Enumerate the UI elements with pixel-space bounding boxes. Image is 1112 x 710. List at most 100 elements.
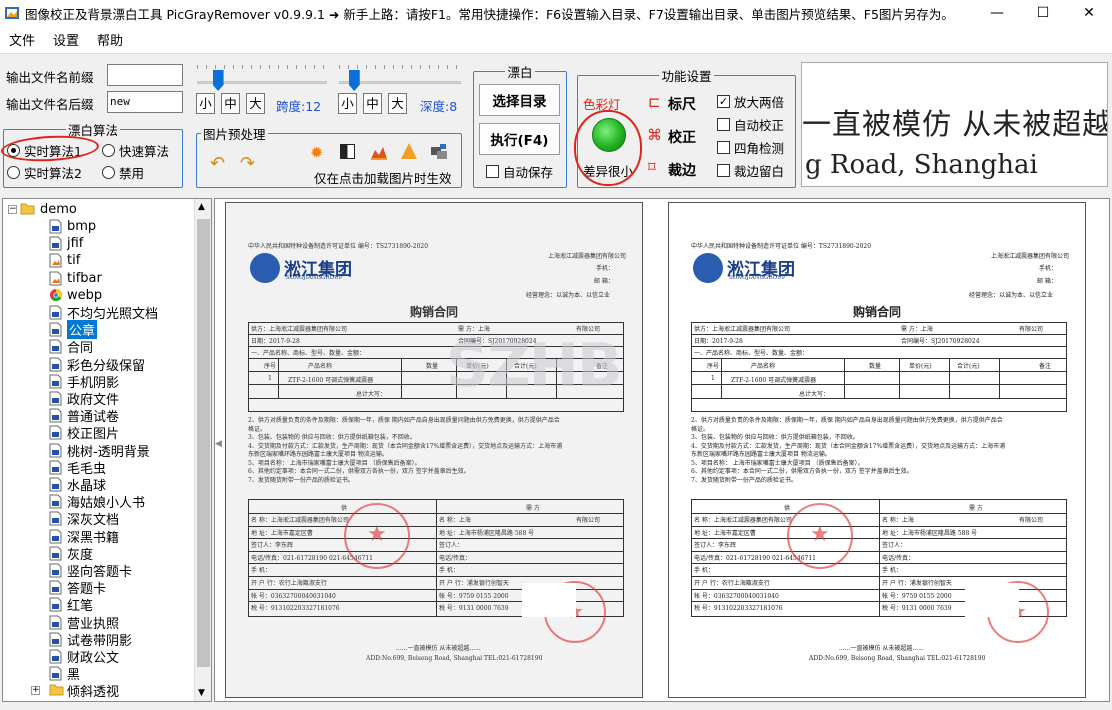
- doc-text: 电话/传真：: [439, 554, 472, 562]
- ruler-button[interactable]: 标尺: [668, 94, 696, 114]
- tree-item[interactable]: 不均匀光照文档: [49, 304, 159, 322]
- radio-fast[interactable]: 快速算法: [102, 141, 169, 160]
- autosave-checkbox[interactable]: 自动保存: [486, 162, 553, 181]
- tree-item[interactable]: 黑: [49, 665, 80, 683]
- tree-item[interactable]: 彩色分级保留: [49, 356, 145, 374]
- file-icon: [49, 460, 62, 475]
- select-directory-button[interactable]: 选择目录: [479, 84, 560, 116]
- close-button[interactable]: ✕: [1066, 0, 1112, 26]
- tree-item[interactable]: 普通试卷: [49, 407, 119, 425]
- doc-text: 开 户 行：浦发银行创智天: [439, 580, 509, 587]
- convert-icon[interactable]: [430, 143, 448, 164]
- tree-item[interactable]: 深灰文档: [49, 510, 119, 528]
- tree-item[interactable]: 毛毛虫: [49, 459, 106, 477]
- tree-item[interactable]: webp: [49, 287, 102, 304]
- tree-item[interactable]: bmp: [49, 218, 96, 235]
- suffix-input[interactable]: new: [107, 91, 183, 113]
- depth-slider[interactable]: [339, 65, 461, 96]
- image-view[interactable]: ◀ 中华人民共和国特种设备制造许可证单位 编号：TS2731890-2020 上海…: [214, 198, 1110, 702]
- menu-file[interactable]: 文件: [0, 30, 44, 49]
- redo-icon[interactable]: ↷: [240, 153, 255, 174]
- collapse-toggle-icon[interactable]: −: [8, 205, 17, 214]
- tree-item-label: 不均匀光照文档: [67, 307, 159, 322]
- tree-item[interactable]: 灰度: [49, 545, 93, 563]
- doc-text: 帐 号：03632700040031040: [694, 592, 779, 600]
- depth-large-button[interactable]: 大: [388, 93, 407, 114]
- tree-item[interactable]: 财政公文: [49, 648, 119, 666]
- original-image[interactable]: 中华人民共和国特种设备制造许可证单位 编号：TS2731890-2020 上海淞江…: [225, 202, 643, 698]
- tree-item[interactable]: jfif: [49, 235, 83, 252]
- depth-slider-thumb[interactable]: [348, 70, 360, 91]
- tree-item[interactable]: 合同: [49, 338, 93, 356]
- tree-item[interactable]: 深黑书籍: [49, 528, 119, 546]
- tree-item[interactable]: 海姑娘小人书: [49, 493, 145, 511]
- menu-help[interactable]: 帮助: [88, 30, 132, 49]
- tree-item[interactable]: 红笔: [49, 596, 93, 614]
- tree-item[interactable]: 校正图片: [49, 424, 119, 442]
- execute-button[interactable]: 执行(F4): [479, 123, 560, 155]
- tree-item[interactable]: 公章: [49, 320, 98, 340]
- crop-icon[interactable]: ⌑: [648, 158, 656, 176]
- doc-text: ......一直被模仿 从未被超越......: [839, 645, 924, 652]
- tree-item[interactable]: 政府文件: [49, 390, 120, 408]
- tree-scrollbar[interactable]: ▲ ▼: [194, 199, 211, 701]
- warning-icon[interactable]: [400, 142, 418, 164]
- tree-item[interactable]: tif: [49, 252, 80, 269]
- span-small-button[interactable]: 小: [196, 93, 215, 114]
- result-image[interactable]: 中华人民共和国特种设备制造许可证单位 编号：TS2731890-2020 上海淞江…: [668, 202, 1086, 698]
- zoom2x-checkbox[interactable]: ✓ 放大两倍: [717, 92, 784, 111]
- contrast-icon[interactable]: [340, 144, 355, 159]
- image-file-icon: [49, 253, 62, 268]
- collapse-icon[interactable]: ◀: [215, 439, 222, 449]
- span-slider[interactable]: [197, 65, 327, 96]
- corner-detect-checkbox[interactable]: 四角检测: [717, 138, 784, 157]
- file-icon: [49, 357, 62, 372]
- tree-item[interactable]: tifbar: [49, 270, 102, 287]
- prefix-input[interactable]: [107, 64, 183, 86]
- auto-correct-checkbox[interactable]: 自动校正: [717, 115, 784, 134]
- crop-button[interactable]: 裁边: [668, 160, 696, 180]
- file-icon: [49, 649, 62, 664]
- radio-indicator: [102, 166, 115, 179]
- tree-item[interactable]: 试卷带阴影: [49, 631, 132, 649]
- tree-item[interactable]: + 倾斜透视: [31, 682, 119, 700]
- scroll-down-icon[interactable]: ▼: [198, 688, 205, 698]
- tree-item[interactable]: 竖向答题卡: [49, 562, 132, 580]
- tree-item-label: 政府文件: [67, 393, 120, 408]
- correct-button[interactable]: 校正: [668, 127, 696, 147]
- depth-medium-button[interactable]: 中: [363, 93, 382, 114]
- doc-text: 手 机：: [882, 567, 902, 575]
- tree-scroll-thumb[interactable]: [197, 219, 210, 667]
- crop-margin-checkbox[interactable]: 裁边留白: [717, 161, 784, 180]
- tree-item[interactable]: 营业执照: [49, 614, 119, 632]
- span-slider-thumb[interactable]: [212, 70, 224, 91]
- tree-item[interactable]: 桃树-透明背景: [49, 442, 150, 460]
- doc-text: 地 址：上海市杨浦区隆昌路 588 号: [882, 529, 978, 537]
- scroll-up-icon[interactable]: ▲: [198, 202, 205, 212]
- span-large-button[interactable]: 大: [246, 93, 265, 114]
- ruler-icon[interactable]: ⊏: [648, 93, 661, 111]
- brightness-icon[interactable]: ✹: [310, 143, 323, 162]
- zoom-preview[interactable]: 一直被模仿 从未被超越 g Road, Shanghai: [801, 62, 1108, 187]
- radio-disabled[interactable]: 禁用: [102, 163, 144, 182]
- doc-text: 签订人：: [439, 542, 464, 550]
- radio-realtime-2[interactable]: 实时算法2: [7, 163, 82, 182]
- correct-icon[interactable]: ⌘: [647, 126, 662, 144]
- menu-settings[interactable]: 设置: [44, 30, 88, 49]
- minimize-button[interactable]: —: [974, 0, 1020, 26]
- tree-root[interactable]: − demo: [8, 201, 77, 218]
- file-icon: [49, 563, 62, 578]
- undo-icon[interactable]: ↶: [210, 153, 225, 174]
- folder-tree[interactable]: − demo bmp jfif tif tifbar webp 不均匀光照文档 公章 合同 彩色分级…: [2, 198, 212, 702]
- expand-toggle-icon[interactable]: +: [31, 686, 40, 696]
- maximize-button[interactable]: ☐: [1020, 0, 1066, 26]
- tree-item[interactable]: 答题卡: [49, 579, 106, 597]
- span-medium-button[interactable]: 中: [221, 93, 240, 114]
- tree-item[interactable]: 水晶球: [49, 476, 106, 494]
- tree-item-label: 公章: [67, 320, 98, 340]
- doc-text: SONGJIANGGROUP: [729, 275, 786, 281]
- tree-item[interactable]: 手机阴影: [49, 373, 119, 391]
- levels-icon[interactable]: [370, 144, 388, 164]
- red-seal-left: ★: [344, 503, 410, 569]
- depth-small-button[interactable]: 小: [338, 93, 357, 114]
